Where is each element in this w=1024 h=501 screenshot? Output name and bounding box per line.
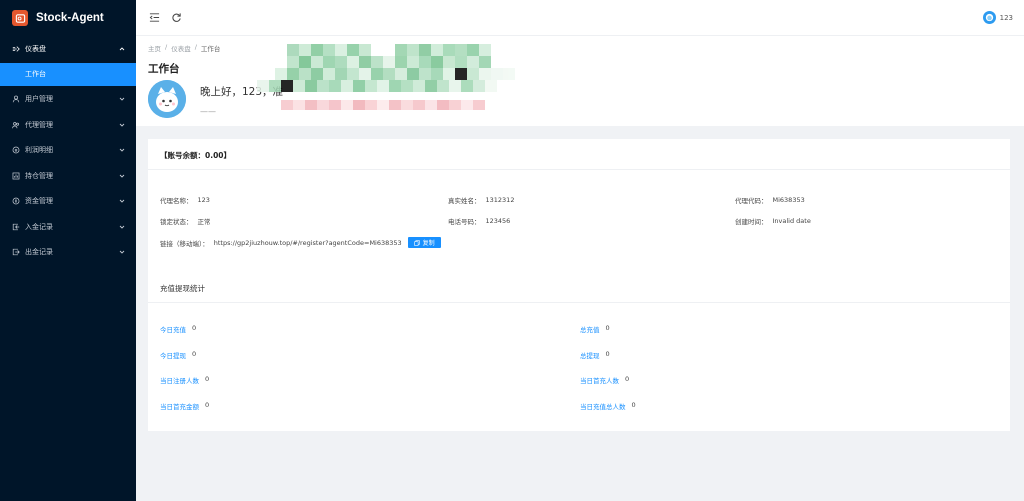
copy-icon (413, 239, 420, 246)
sidebar-item-users[interactable]: 用户管理 (0, 87, 136, 113)
user-menu[interactable]: 123 (982, 11, 1013, 24)
info-lock-status: 锁定状态： 正常 (160, 218, 211, 226)
copy-button-label: 复制 (422, 240, 435, 247)
sidebar-item-label: 工作台 (25, 70, 46, 78)
chevron-down-icon (119, 122, 125, 128)
app-name: Stock-Agent (36, 12, 104, 24)
sidebar-item-agents[interactable]: 代理管理 (0, 112, 136, 138)
sidebar-item-label: 用户管理 (25, 95, 53, 104)
fund-icon (11, 197, 20, 206)
stat-total-deposit: 总充值 0 (580, 324, 610, 334)
top-header: 123 (136, 0, 1024, 36)
brand-logo-icon (12, 10, 28, 26)
info-agent-code: 代理代码： Mi638353 (735, 196, 805, 205)
redaction-mosaic (257, 44, 515, 110)
menu-fold-icon[interactable] (148, 12, 160, 24)
sidebar-item-label: 资金管理 (25, 197, 53, 206)
account-card: 【账号余额：0.00】 代理名称： 123 真实姓名： 1312312 代理代码： M… (148, 139, 1010, 431)
sidebar-item-deposits[interactable]: 入金记录 (0, 214, 136, 240)
sidebar-item-label: 持仓管理 (25, 171, 53, 180)
chevron-down-icon (119, 147, 125, 153)
avatar (148, 80, 186, 118)
sidebar-item-profit[interactable]: 利润明细 (0, 138, 136, 164)
breadcrumb-separator: / (165, 43, 168, 51)
register-link[interactable]: https://gp2jiuzhouw.top/#/register?agent… (214, 239, 402, 247)
stat-today-deposit-users: 当日充值总人数 0 (580, 401, 636, 411)
username: 123 (999, 13, 1013, 22)
stat-today-first-deposit-amount: 当日首充金额 0 (160, 401, 210, 411)
breadcrumb-home[interactable]: 主页 (148, 43, 161, 53)
chevron-down-icon (119, 198, 125, 204)
info-created: 创建时间： Invalid date (735, 217, 811, 226)
dashboard-icon (11, 44, 20, 53)
withdraw-icon (11, 248, 20, 257)
chevron-up-icon (119, 46, 125, 52)
info-link: 链接（移动端）： https://gp2jiuzhouw.top/#/regis… (160, 237, 441, 248)
deposit-icon (11, 222, 20, 231)
divider (148, 302, 1010, 303)
position-icon (11, 171, 20, 180)
copy-button[interactable]: 复制 (407, 237, 441, 248)
stat-today-registrations: 当日注册人数 0 (160, 375, 210, 385)
sidebar-item-label: 入金记录 (25, 222, 53, 231)
sidebar-item-label: 利润明细 (25, 146, 53, 155)
sidebar-item-label: 仪表盘 (25, 44, 46, 53)
chevron-down-icon (119, 224, 125, 230)
avatar (982, 11, 996, 24)
stat-total-withdraw: 总提现 0 (580, 350, 610, 360)
stat-today-first-deposit-users: 当日首充人数 0 (580, 375, 630, 385)
sidebar-item-withdrawals[interactable]: 出金记录 (0, 240, 136, 266)
breadcrumb-dashboard[interactable]: 仪表盘 (171, 43, 191, 53)
sidebar-item-workbench[interactable]: 工作台 (0, 62, 136, 86)
sidebar-item-funds[interactable]: 资金管理 (0, 189, 136, 215)
brand[interactable]: Stock-Agent (0, 0, 136, 36)
sidebar-item-label: 代理管理 (25, 120, 53, 129)
breadcrumb-current: 工作台 (200, 45, 221, 53)
sidebar-item-dashboard[interactable]: 仪表盘 (0, 36, 136, 62)
sidebar-item-positions[interactable]: 持仓管理 (0, 163, 136, 189)
stats-title: 充值提现统计 (160, 284, 205, 293)
info-real-name: 真实姓名： 1312312 (448, 196, 515, 205)
stat-today-withdraw: 今日提现 0 (160, 350, 197, 360)
chevron-down-icon (119, 96, 125, 102)
chevron-down-icon (119, 249, 125, 255)
balance-title: 【账号余额：0.00】 (148, 139, 1010, 170)
refresh-icon[interactable] (170, 12, 182, 24)
agent-icon (11, 120, 20, 129)
info-phone: 电话号码： 123456 (448, 217, 511, 226)
stat-today-deposit: 今日充值 0 (160, 324, 197, 334)
info-agent-name: 代理名称： 123 (160, 196, 210, 205)
sidebar-menu: 仪表盘 工作台 用户管理 代理管理 利润明细 持仓管理 资金管理 入金记录 出金… (0, 36, 136, 265)
user-icon (11, 95, 20, 104)
chevron-down-icon (119, 173, 125, 179)
sidebar: Stock-Agent 仪表盘 工作台 用户管理 代理管理 利润明细 持仓管理 (0, 0, 136, 501)
profit-icon (11, 146, 20, 155)
breadcrumb-separator: / (194, 43, 197, 51)
sidebar-item-label: 出金记录 (25, 248, 53, 257)
